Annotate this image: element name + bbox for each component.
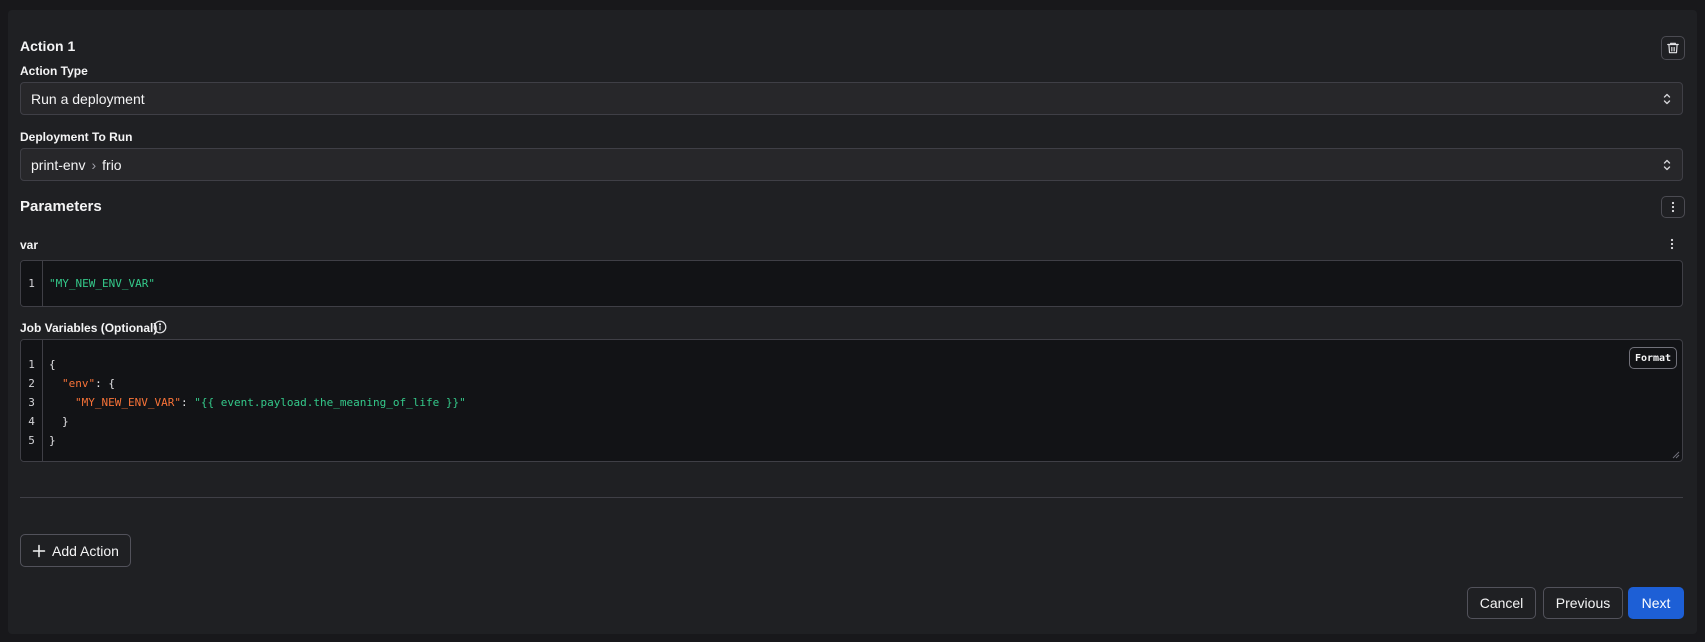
delete-action-button[interactable] xyxy=(1661,36,1685,60)
chevron-up-down-icon xyxy=(1663,93,1671,105)
key-token: "env" xyxy=(62,377,96,390)
breadcrumb-separator: › xyxy=(91,156,97,173)
parameters-title: Parameters xyxy=(20,198,102,215)
code-line-2: "env": { xyxy=(62,377,115,390)
resize-handle-icon[interactable] xyxy=(1672,451,1680,459)
section-divider xyxy=(20,497,1683,498)
deployment-select[interactable]: print-env › frio xyxy=(20,148,1683,181)
brace-token: } xyxy=(62,415,69,428)
line-gutter: 1 2 3 4 5 xyxy=(21,340,43,461)
line-number: 1 xyxy=(28,358,35,371)
param-label-var: var xyxy=(20,238,39,252)
action-title: Action 1 xyxy=(20,38,76,54)
job-variables-label: Job Variables (Optional) xyxy=(20,321,158,335)
line-number: 3 xyxy=(28,396,35,409)
brace-token: } xyxy=(49,434,56,447)
brace-token: { xyxy=(49,358,56,371)
format-button[interactable]: Format xyxy=(1629,347,1677,369)
next-button[interactable]: Next xyxy=(1628,587,1684,619)
job-variables-editor[interactable]: 1 2 3 4 5 { "env": { "MY_NEW_ENV_VAR": "… xyxy=(20,339,1683,462)
add-action-label: Add Action xyxy=(52,542,119,559)
param-var-editor[interactable]: 1 "MY_NEW_ENV_VAR" xyxy=(20,260,1683,307)
deployment-flow-name: print-env xyxy=(31,156,86,173)
trash-icon xyxy=(1667,42,1679,54)
action-type-label: Action Type xyxy=(20,64,88,78)
action-type-value: Run a deployment xyxy=(31,90,145,107)
punct-token: : xyxy=(180,396,195,409)
line-number: 1 xyxy=(28,277,35,290)
line-number: 5 xyxy=(28,434,35,447)
more-vertical-icon xyxy=(1670,238,1674,250)
key-token: "MY_NEW_ENV_VAR" xyxy=(75,396,181,409)
string-token: "{{ event.payload.the_meaning_of_life }}… xyxy=(194,396,466,409)
plus-icon xyxy=(32,544,46,557)
line-number: 2 xyxy=(28,377,35,390)
action-type-select[interactable]: Run a deployment xyxy=(20,82,1683,115)
param-var-menu-button[interactable] xyxy=(1664,236,1680,252)
more-vertical-icon xyxy=(1671,201,1675,213)
punct-token: : { xyxy=(95,377,115,390)
cancel-button[interactable]: Cancel xyxy=(1467,587,1536,619)
deployment-name: frio xyxy=(102,156,122,173)
previous-button[interactable]: Previous xyxy=(1543,587,1623,619)
code-line-5: } xyxy=(49,434,56,447)
parameters-menu-button[interactable] xyxy=(1661,196,1685,218)
param-var-value: "MY_NEW_ENV_VAR" xyxy=(49,277,155,290)
code-line-1: { xyxy=(49,358,56,371)
code-line-3: "MY_NEW_ENV_VAR": "{{ event.payload.the_… xyxy=(75,396,466,409)
line-gutter: 1 xyxy=(21,261,43,306)
deployment-label: Deployment To Run xyxy=(20,130,133,144)
chevron-up-down-icon xyxy=(1663,159,1671,171)
code-line-4: } xyxy=(62,415,69,428)
line-number: 4 xyxy=(28,415,35,428)
add-action-button[interactable]: Add Action xyxy=(20,534,131,567)
info-icon[interactable] xyxy=(153,320,167,339)
